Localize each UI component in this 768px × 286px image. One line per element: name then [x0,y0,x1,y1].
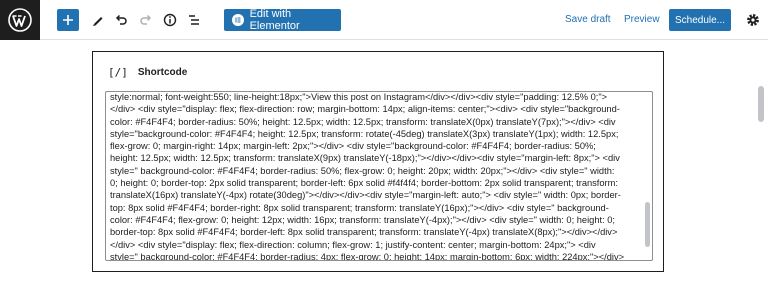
editor-toolbar: Edit with Elementor Save draft Preview S… [0,0,768,40]
details-button[interactable] [162,8,178,32]
settings-button[interactable] [745,12,761,33]
code-line: style="background-color: #F4F4F4; height… [110,128,619,139]
save-draft-button[interactable]: Save draft [565,14,611,25]
code-line: style=" background-color: #F4F4F4; borde… [110,251,625,261]
schedule-label: Schedule... [674,14,726,26]
add-block-button[interactable] [57,9,79,31]
pen-icon [93,17,103,26]
undo-icon [115,14,127,25]
code-line: border-top: 8px solid #F4F4F4; border-le… [110,227,618,238]
textarea-scrollbar[interactable] [645,202,650,247]
code-line: style=" background-color: #F4F4F4; borde… [110,165,615,176]
redo-button[interactable] [138,8,154,32]
code-line: height: 12.5px; width: 12.5px; transform… [110,153,620,164]
list-view-icon [189,15,199,25]
edit-with-elementor-label: Edit with Elementor [249,8,300,32]
code-line: flex-grow: 0; margin-right: 14px; margin… [110,141,596,152]
wordpress-logo-icon [8,8,32,32]
preview-button[interactable]: Preview [624,14,660,25]
code-line: 0; height: 0; border-top: 2px solid tran… [110,178,618,189]
page-scrollbar[interactable] [758,86,764,122]
code-line: top: 8px solid #F4F4F4; border-right: 8p… [110,202,609,213]
code-line: </div> <div style="display: flex; flex-d… [110,239,596,250]
shortcode-block-header: [/] Shortcode [108,66,187,79]
code-line: color: #F4F4F4; flex-grow: 0; height: 12… [110,214,616,225]
schedule-button[interactable]: Schedule... [669,9,731,31]
code-line: color: #F4F4F4; border-radius: 50%; heig… [110,116,616,127]
block-title: Shortcode [137,67,188,78]
wordpress-logo-button[interactable] [0,0,40,40]
shortcode-textarea[interactable]: style:normal; font-weight:550; line-heig… [105,91,653,261]
shortcode-block[interactable]: [/] Shortcode style:normal; font-weight:… [92,51,664,272]
gear-icon [747,14,759,26]
edit-with-elementor-button[interactable]: Edit with Elementor [224,8,341,32]
code-line: </div> <div style="display: flex; flex-d… [110,104,620,115]
list-view-button[interactable] [186,8,202,32]
plus-icon [63,15,73,25]
redo-icon [140,14,152,25]
code-line: style:normal; font-weight:550; line-heig… [110,92,608,102]
shortcode-content: style:normal; font-weight:550; line-heig… [110,92,638,261]
undo-button[interactable] [113,8,129,32]
shortcode-icon: [/] [108,66,128,79]
elementor-icon [232,14,244,26]
info-icon [163,13,177,27]
code-line: translateX(16px) translateY(-4px) rotate… [110,190,621,201]
tools-button[interactable] [90,8,106,32]
